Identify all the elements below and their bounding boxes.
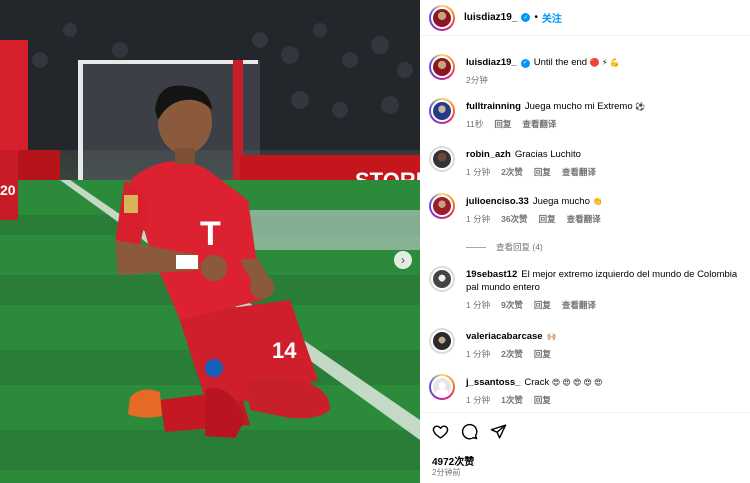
comments-list[interactable]: luisdiaz19_ ✓ Until the end 🔴 ⚡ 💪 2分钟 full…	[420, 36, 750, 412]
comment-item: j_ssantoss_ Crack 😍 😍 😍 😍 😍 1 分钟 1次赞 回复	[429, 374, 747, 406]
comment-likes[interactable]: 36次赞	[501, 213, 527, 225]
comment-time: 1 分钟	[466, 167, 491, 177]
comment-text: Juega mucho	[532, 196, 590, 207]
post-header: luisdiaz19_ ✓ • 关注	[420, 0, 750, 36]
post-photo: STORE 20 14	[0, 0, 420, 483]
comment-time: 11秒	[466, 119, 484, 129]
translate-button[interactable]: 查看翻译	[522, 118, 556, 130]
commenter-avatar[interactable]	[429, 98, 455, 124]
translate-button[interactable]: 查看翻译	[567, 213, 601, 225]
commenter-avatar[interactable]	[429, 193, 455, 219]
translate-button[interactable]: 查看翻译	[562, 299, 596, 311]
comment-time: 1 分钟	[466, 349, 491, 359]
next-photo-button[interactable]: ›	[394, 251, 412, 269]
caption-emojis: 🔴 ⚡ 💪	[589, 58, 620, 67]
replies-line	[466, 246, 486, 248]
teammate-number: 20	[0, 182, 16, 198]
translate-button[interactable]: 查看翻译	[562, 166, 596, 178]
comment-username[interactable]: robin_azh	[466, 149, 511, 160]
separator-dot: •	[534, 12, 538, 23]
comment-emoji: 👏	[592, 197, 603, 206]
comment-username[interactable]: 19sebast12	[466, 269, 517, 280]
reply-button[interactable]: 回复	[539, 213, 556, 225]
post-panel: luisdiaz19_ ✓ • 关注 luisdiaz19_ ✓ Until the…	[420, 0, 750, 483]
comment-username[interactable]: fulltrainning	[466, 101, 521, 112]
player-number: 14	[272, 338, 297, 363]
comment-emoji: 🙌🏼	[546, 332, 557, 341]
comment-text: Juega mucho mi Extremo	[524, 101, 633, 112]
comment-time: 1 分钟	[466, 300, 491, 310]
caption-text: Until the end	[533, 57, 588, 68]
comment-username[interactable]: julioenciso.33	[466, 196, 529, 207]
post-actions: 4972次赞 2分钟前	[420, 412, 750, 483]
comment-item: valeriacabarcase 🙌🏼 1 分钟 2次赞 回复	[429, 328, 747, 360]
verified-badge-icon: ✓	[520, 59, 530, 68]
default-avatar-icon[interactable]	[429, 374, 455, 400]
comment-text: Crack	[524, 377, 550, 388]
reply-button[interactable]: 回复	[534, 348, 551, 360]
posted-time: 2分钟前	[432, 468, 461, 477]
comment-item: 19sebast12 El mejor extremo izquierdo del…	[429, 266, 747, 311]
reply-button[interactable]: 回复	[494, 118, 511, 130]
heart-icon[interactable]	[432, 423, 449, 440]
author-username[interactable]: luisdiaz19_	[464, 12, 517, 23]
comment-item: julioenciso.33 Juega mucho 👏 1 分钟 36次赞 回复…	[429, 193, 747, 225]
reply-button[interactable]: 回复	[534, 166, 551, 178]
photo-scene: STORE 20 14	[0, 0, 420, 483]
view-replies-button[interactable]: 查看回复 (4)	[466, 241, 543, 253]
view-replies-label[interactable]: 查看回复 (4)	[496, 241, 543, 253]
comment-item: fulltrainning Juega mucho mi Extremo ⚽ 11…	[429, 98, 747, 130]
caption-username[interactable]: luisdiaz19_	[466, 57, 517, 68]
comment-item: robin_azh Gracias Luchito 1 分钟 2次赞 回复 查看翻…	[429, 146, 747, 178]
comment-time: 1 分钟	[466, 395, 491, 405]
comment-icon[interactable]	[461, 423, 478, 440]
commenter-avatar[interactable]	[429, 328, 455, 354]
comment-emoji: ⚽	[635, 102, 646, 111]
likes-count[interactable]: 4972次赞	[432, 453, 474, 468]
comment-likes[interactable]: 1次赞	[501, 394, 523, 406]
commenter-avatar[interactable]	[429, 146, 455, 172]
comment-likes[interactable]: 2次赞	[501, 166, 523, 178]
author-avatar[interactable]	[429, 4, 455, 31]
commenter-avatar[interactable]	[429, 266, 455, 292]
follow-button[interactable]: 关注	[542, 10, 562, 25]
comment-time: 1 分钟	[466, 214, 491, 224]
reply-button[interactable]: 回复	[534, 299, 551, 311]
comment-likes[interactable]: 2次赞	[501, 348, 523, 360]
verified-badge-icon: ✓	[521, 13, 531, 22]
share-icon[interactable]	[490, 423, 507, 440]
chevron-right-icon: ›	[401, 253, 405, 267]
reply-button[interactable]: 回复	[534, 394, 551, 406]
caption: luisdiaz19_ ✓ Until the end 🔴 ⚡ 💪 2分钟	[429, 54, 747, 86]
comment-emoji: 😍 😍 😍 😍 😍	[551, 378, 603, 387]
sponsor-logo: T	[200, 215, 221, 253]
comment-likes[interactable]: 9次赞	[501, 299, 523, 311]
comment-username[interactable]: j_ssantoss_	[466, 377, 520, 388]
caption-time: 2分钟	[466, 75, 488, 85]
caption-avatar[interactable]	[429, 54, 455, 80]
comment-text: Gracias Luchito	[514, 149, 581, 160]
comment-username[interactable]: valeriacabarcase	[466, 331, 543, 342]
